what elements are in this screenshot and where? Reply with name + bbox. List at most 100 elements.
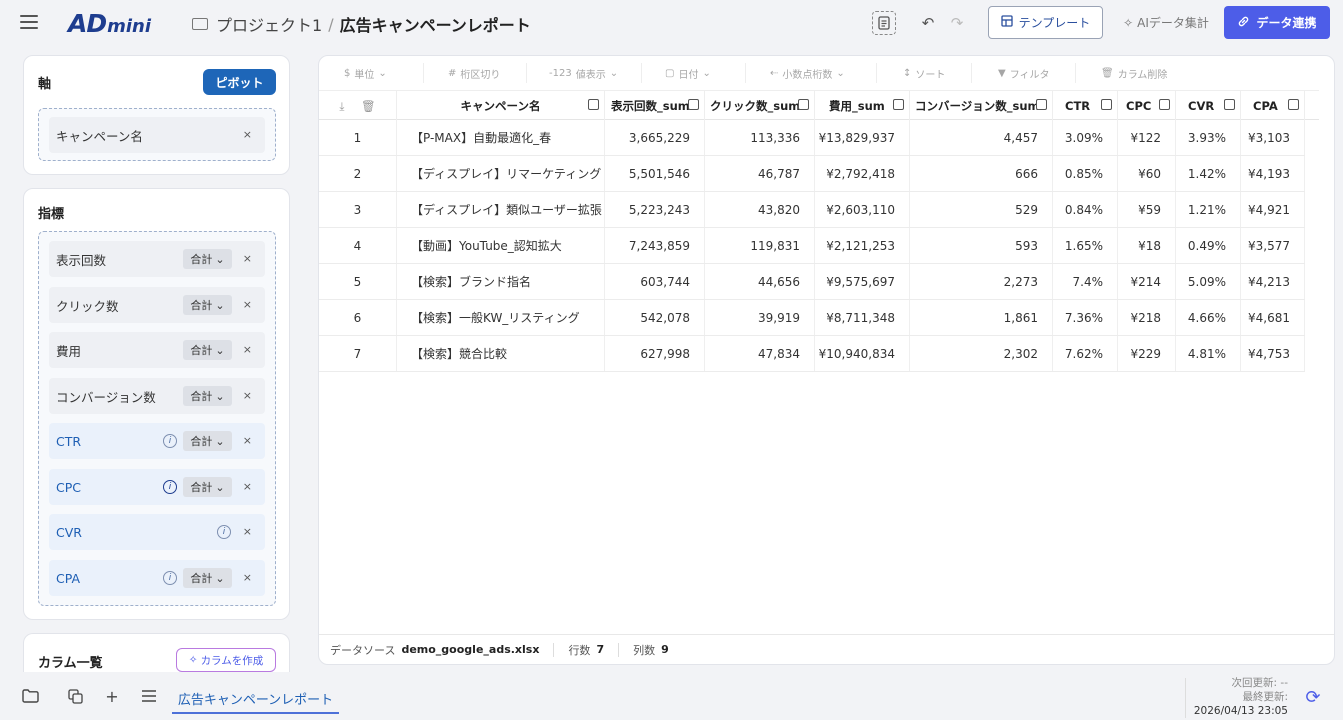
aggregate-value: 合計 (190, 572, 213, 585)
info-icon[interactable]: i (217, 525, 231, 539)
column-checkbox[interactable] (1036, 99, 1047, 110)
download-icon[interactable]: ⤓ (339, 99, 344, 114)
column-checkbox[interactable] (1159, 99, 1170, 110)
cols-value: 9 (661, 643, 669, 656)
close-icon[interactable]: × (243, 571, 252, 584)
cpa-cell: ¥4,213 (1241, 264, 1305, 299)
ai-aggregate-button[interactable]: ✧ AIデータ集計 (1118, 6, 1214, 39)
close-icon[interactable]: × (243, 343, 252, 356)
metric-chip-cpa[interactable]: CPA i 合計 ⌄ × (49, 560, 265, 596)
column-checkbox[interactable] (588, 99, 599, 110)
sort-tool[interactable]: ↕ ソート (903, 66, 945, 81)
thousands-tool[interactable]: # 桁区切り (448, 66, 500, 81)
close-icon[interactable]: × (243, 128, 252, 141)
column-header[interactable]: CVR (1176, 91, 1241, 121)
close-icon[interactable]: × (243, 480, 252, 493)
column-header[interactable]: CTR (1053, 91, 1118, 121)
cpa-cell: ¥3,103 (1241, 120, 1305, 155)
info-icon[interactable]: i (163, 434, 177, 448)
column-checkbox[interactable] (1101, 99, 1112, 110)
column-header[interactable]: クリック数_sum (705, 91, 815, 121)
date-tool[interactable]: ▢ 日付 ⌄ (665, 66, 711, 81)
data-connect-button[interactable]: データ連携 (1224, 6, 1330, 39)
table-row[interactable]: 2 【ディスプレイ】リマーケティング 5,501,546 46,787 ¥2,7… (319, 156, 1305, 192)
metric-chip-impressions[interactable]: 表示回数 合計 ⌄ × (49, 241, 265, 277)
column-header[interactable]: キャンペーン名 (397, 91, 605, 121)
close-icon[interactable]: × (243, 525, 252, 538)
list-icon[interactable] (139, 686, 159, 706)
column-checkbox[interactable] (798, 99, 809, 110)
close-icon[interactable]: × (243, 389, 252, 402)
row-number: 5 (319, 264, 397, 299)
plus-icon[interactable]: + (102, 686, 122, 706)
axis-dropzone[interactable]: キャンペーン名 × (38, 108, 276, 161)
close-icon[interactable]: × (243, 252, 252, 265)
conversions-cell: 593 (910, 228, 1053, 263)
tab-report[interactable]: 広告キャンペーンレポート (172, 684, 339, 714)
create-column-button[interactable]: ✧ カラムを作成 (176, 648, 276, 672)
metric-chip-cvr[interactable]: CVR i × (49, 514, 265, 550)
aggregate-select[interactable]: 合計 ⌄ (183, 386, 232, 406)
decimals-tool[interactable]: ⇠ 小数点桁数 ⌄ (770, 66, 845, 81)
table-row[interactable]: 4 【動画】YouTube_認知拡大 7,243,859 119,831 ¥2,… (319, 228, 1305, 264)
ctr-cell: 3.09% (1053, 120, 1118, 155)
value-display-tool[interactable]: -123 値表示 ⌄ (549, 66, 618, 81)
table-row[interactable]: 1 【P-MAX】自動最適化_春 3,665,229 113,336 ¥13,8… (319, 120, 1305, 156)
document-icon[interactable] (872, 11, 896, 35)
clicks-cell: 39,919 (705, 300, 815, 335)
column-header[interactable]: CPA (1241, 91, 1305, 121)
filter-tool[interactable]: ▼ フィルタ (998, 66, 1050, 81)
column-checkbox[interactable] (1288, 99, 1299, 110)
ctr-cell: 7.4% (1053, 264, 1118, 299)
table-panel: $ 単位 ⌄ # 桁区切り -123 値表示 ⌄ ▢ 日付 ⌄ ⇠ 小数点桁数 ⌄ ↕ ソート ▼ フ… (318, 55, 1335, 665)
aggregate-select[interactable]: 合計 ⌄ (183, 340, 232, 360)
column-header-label: 費用_sum (829, 99, 885, 113)
metrics-dropzone[interactable]: 表示回数 合計 ⌄ × クリック数 合計 ⌄ × 費用 合計 ⌄ × コンバージョン数… (38, 231, 276, 606)
metric-chip-cpc[interactable]: CPC i 合計 ⌄ × (49, 469, 265, 505)
metric-chip-cost[interactable]: 費用 合計 ⌄ × (49, 332, 265, 368)
table-row[interactable]: 3 【ディスプレイ】類似ユーザー拡張 5,223,243 43,820 ¥2,6… (319, 192, 1305, 228)
chevron-down-icon: ⌄ (378, 68, 387, 79)
redo-icon[interactable]: ↷ (945, 11, 969, 35)
aggregate-select[interactable]: 合計 ⌄ (183, 477, 232, 497)
breadcrumb-project[interactable]: プロジェクト1 (216, 12, 322, 36)
column-header[interactable]: CPC (1118, 91, 1176, 121)
undo-icon[interactable]: ↶ (916, 11, 940, 35)
folder-icon[interactable] (20, 686, 40, 706)
aggregate-select[interactable]: 合計 ⌄ (183, 431, 232, 451)
close-icon[interactable]: × (243, 298, 252, 311)
column-header[interactable]: コンバージョン数_sum (910, 91, 1053, 121)
info-icon[interactable]: i (163, 480, 177, 494)
trash-icon[interactable]: 🗑 (361, 99, 376, 113)
metric-label: クリック数 (56, 298, 119, 314)
column-header[interactable]: 費用_sum (815, 91, 910, 121)
aggregate-select[interactable]: 合計 ⌄ (183, 568, 232, 588)
column-header[interactable]: 表示回数_sum (605, 91, 705, 121)
table-row[interactable]: 7 【検索】競合比較 627,998 47,834 ¥10,940,834 2,… (319, 336, 1305, 372)
cvr-cell: 1.21% (1176, 192, 1241, 227)
menu-icon[interactable] (20, 15, 38, 29)
campaign-cell: 【ディスプレイ】リマーケティング (397, 156, 605, 191)
metric-chip-clicks[interactable]: クリック数 合計 ⌄ × (49, 287, 265, 323)
app-logo[interactable]: AD mini (68, 9, 151, 37)
refresh-icon[interactable]: ⟳ (1303, 687, 1323, 708)
column-checkbox[interactable] (1224, 99, 1235, 110)
table-row[interactable]: 5 【検索】ブランド指名 603,744 44,656 ¥9,575,697 2… (319, 264, 1305, 300)
template-button[interactable]: テンプレート (988, 6, 1103, 39)
copy-icon[interactable] (65, 686, 85, 706)
aggregate-select[interactable]: 合計 ⌄ (183, 249, 232, 269)
axis-chip[interactable]: キャンペーン名 × (49, 117, 265, 153)
metric-chip-ctr[interactable]: CTR i 合計 ⌄ × (49, 423, 265, 459)
info-icon[interactable]: i (163, 571, 177, 585)
column-checkbox[interactable] (893, 99, 904, 110)
table-toolbar: $ 単位 ⌄ # 桁区切り -123 値表示 ⌄ ▢ 日付 ⌄ ⇠ 小数点桁数 ⌄ ↕ ソート ▼ フ… (319, 56, 1334, 90)
close-icon[interactable]: × (243, 434, 252, 447)
chevron-down-icon: ⌄ (215, 571, 225, 585)
aggregate-select[interactable]: 合計 ⌄ (183, 295, 232, 315)
metric-chip-conversions[interactable]: コンバージョン数 合計 ⌄ × (49, 378, 265, 414)
table-row[interactable]: 6 【検索】一般KW_リスティング 542,078 39,919 ¥8,711,… (319, 300, 1305, 336)
unit-tool[interactable]: $ 単位 ⌄ (344, 66, 387, 81)
column-checkbox[interactable] (688, 99, 699, 110)
delete-column-tool[interactable]: 🗑 カラム削除 (1101, 66, 1167, 81)
pivot-button[interactable]: ピボット (203, 69, 276, 95)
